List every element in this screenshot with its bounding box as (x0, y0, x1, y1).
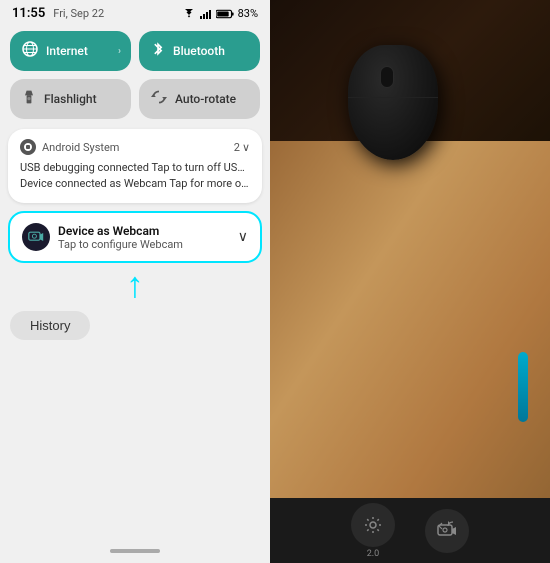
webcam-notification[interactable]: Device as Webcam Tap to configure Webcam… (8, 211, 262, 263)
mouse-shape (348, 45, 438, 160)
camera-switch-button[interactable] (425, 509, 469, 553)
webcam-icon (22, 223, 50, 251)
status-time: 11:55 (12, 6, 45, 21)
camera-settings-group: 2.0 (351, 503, 395, 559)
webcam-subtitle: Tap to configure Webcam (58, 238, 183, 251)
camera-switch-icon (436, 520, 458, 542)
android-notification-shade: 11:55 Fri, Sep 22 83% (0, 0, 270, 563)
webcam-notif-left: Device as Webcam Tap to configure Webcam (22, 223, 183, 251)
flashlight-icon (22, 89, 36, 109)
wifi-icon (182, 9, 196, 19)
android-system-notification[interactable]: Android System 2 ∨ USB debugging connect… (8, 129, 262, 203)
notif-count: 2 ∨ (234, 141, 250, 154)
tile-flashlight-label: Flashlight (44, 92, 97, 106)
tile-flashlight[interactable]: Flashlight (10, 79, 131, 119)
status-date: Fri, Sep 22 (53, 7, 104, 20)
camera-controls-bar: 2.0 (270, 498, 550, 563)
tile-internet-arrow: › (118, 46, 121, 57)
autorotate-icon (151, 89, 167, 109)
tile-internet-label: Internet (46, 44, 88, 58)
mouse-scroll-wheel (380, 66, 394, 88)
android-system-name: Android System (42, 141, 119, 154)
camera-view (270, 0, 550, 563)
bluetooth-icon (151, 41, 165, 61)
camera-settings-button[interactable] (351, 503, 395, 547)
zoom-level-label: 2.0 (367, 549, 380, 559)
mouse-button-divider (348, 97, 438, 98)
notif-line-1: USB debugging connected Tap to turn off … (20, 161, 250, 174)
camera-panel: 2.0 (270, 0, 550, 563)
battery-pct: 83% (238, 7, 258, 20)
cyan-arrow-icon: ↑ (126, 267, 144, 303)
webcam-title: Device as Webcam (58, 224, 183, 238)
tile-internet[interactable]: Internet › (10, 31, 131, 71)
arrow-indicator: ↑ (0, 267, 270, 303)
status-bar: 11:55 Fri, Sep 22 83% (0, 0, 270, 25)
usb-cable (518, 352, 528, 422)
settings-icon (363, 515, 383, 535)
status-icons: 83% (182, 7, 258, 20)
history-button[interactable]: History (10, 311, 90, 340)
notif-line-2: Device connected as Webcam Tap for more … (20, 177, 250, 190)
quick-tiles-grid: Internet › Bluetooth Flashlight (0, 25, 270, 129)
tile-autorotate-label: Auto-rotate (175, 92, 236, 106)
android-system-icon (20, 139, 36, 155)
battery-icon (216, 9, 234, 19)
tile-bluetooth[interactable]: Bluetooth (139, 31, 260, 71)
camera-background (270, 0, 550, 563)
signal-icon (200, 9, 212, 19)
webcam-chevron-icon: ∨ (238, 229, 248, 245)
tile-bluetooth-label: Bluetooth (173, 44, 225, 58)
tile-autorotate[interactable]: Auto-rotate (139, 79, 260, 119)
internet-icon (22, 41, 38, 61)
home-indicator (110, 549, 160, 553)
